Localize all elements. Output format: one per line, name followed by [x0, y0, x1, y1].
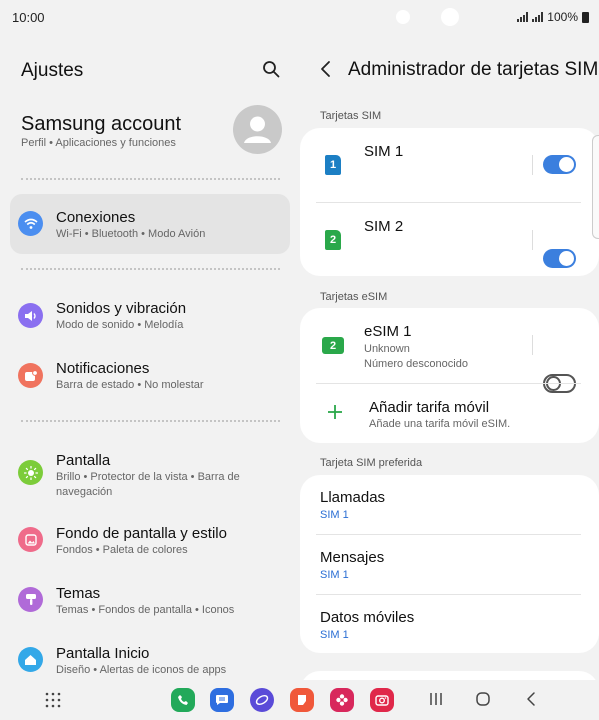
settings-item-subtitle: Wi-Fi • Bluetooth • Modo Avión: [56, 228, 206, 240]
phone-icon[interactable]: [171, 688, 195, 712]
divider: [21, 178, 280, 180]
settings-item-label: Notificaciones: [56, 360, 150, 377]
settings-item-label: Conexiones: [56, 209, 136, 226]
back-arrow-icon[interactable]: [318, 60, 334, 78]
camera-icon[interactable]: [370, 688, 394, 712]
notes-icon[interactable]: [290, 688, 314, 712]
settings-item-label: Sonidos y vibración: [56, 300, 187, 317]
esim1-row[interactable]: [300, 308, 599, 384]
settings-item-subtitle: Brillo • Protector de la vista • Barra d…: [56, 471, 240, 498]
sim-card-icon: 1: [325, 155, 341, 175]
section-label-sim: Tarjetas SIM: [320, 110, 382, 122]
notification-icon: [18, 363, 43, 388]
preferred-label: Llamadas: [320, 489, 386, 506]
page-title: Ajustes: [21, 60, 84, 81]
person-icon: [244, 116, 271, 143]
scrollbar[interactable]: [592, 135, 599, 239]
avatar[interactable]: [233, 105, 282, 154]
settings-item-label: Temas: [56, 585, 101, 602]
settings-item-notificaciones[interactable]: [10, 348, 290, 403]
signal-icon: [517, 12, 529, 22]
settings-item-label: Fondo de pantalla y estilo: [56, 525, 227, 542]
add-plan-subtitle: Añade una tarifa móvil eSIM.: [369, 418, 511, 430]
divider: [21, 420, 280, 422]
section-label-preferred: Tarjeta SIM preferida: [320, 457, 423, 469]
preferred-label: Datos móviles: [320, 609, 415, 626]
sound-icon: [18, 303, 43, 328]
status-time: 10:00: [12, 10, 45, 25]
detail-title: Administrador de tarjetas SIM: [348, 59, 599, 80]
plus-icon: [328, 405, 342, 419]
sim-card-icon: 2: [325, 230, 341, 250]
settings-item-subtitle: Temas • Fondos de pantalla • Iconos: [56, 604, 235, 616]
esim-number: Número desconocido: [364, 358, 468, 370]
preferred-label: Mensajes: [320, 549, 385, 566]
settings-item-conexiones[interactable]: [10, 194, 290, 254]
wifi-icon: [18, 211, 43, 236]
settings-item-subtitle: Barra de estado • No molestar: [56, 379, 204, 391]
wallpaper-icon: [18, 527, 43, 552]
esim-chip-icon: 2: [322, 337, 344, 354]
brightness-icon: [18, 460, 43, 485]
divider: [532, 335, 533, 355]
settings-item-subtitle: Modo de sonido • Melodía: [56, 319, 184, 331]
sim2-toggle[interactable]: [543, 249, 576, 268]
settings-item-label: Pantalla Inicio: [56, 645, 150, 662]
internet-icon[interactable]: [250, 688, 274, 712]
search-icon[interactable]: [262, 60, 280, 78]
sim-label: SIM 2: [364, 218, 404, 235]
messages-icon[interactable]: [210, 688, 234, 712]
recent-apps-icon[interactable]: [428, 691, 444, 707]
esim-label: eSIM 1: [364, 323, 412, 340]
camera-cutout-icon: [396, 10, 410, 24]
preferred-value: SIM 1: [320, 629, 349, 641]
add-plan-label: Añadir tarifa móvil: [369, 399, 490, 416]
settings-item-temas[interactable]: [10, 572, 290, 627]
preferred-value: SIM 1: [320, 569, 349, 581]
home-icon: [18, 647, 43, 672]
settings-item-subtitle: Fondos • Paleta de colores: [56, 544, 188, 556]
section-label-esim: Tarjetas eSIM: [320, 291, 388, 303]
sim1-toggle[interactable]: [543, 155, 576, 174]
signal-icon: [532, 12, 544, 22]
apps-grid-icon[interactable]: [45, 692, 61, 708]
back-button-icon[interactable]: [523, 691, 539, 707]
divider: [532, 230, 533, 250]
settings-item-label: Pantalla: [56, 452, 111, 469]
preferred-value: SIM 1: [320, 509, 349, 521]
battery-percent: 100%: [547, 10, 578, 24]
themes-icon: [18, 587, 43, 612]
gallery-icon[interactable]: [330, 688, 354, 712]
settings-item-subtitle: Diseño • Alertas de iconos de apps: [56, 664, 227, 676]
account-name: Samsung account: [21, 113, 182, 135]
divider: [21, 268, 280, 270]
sim-label: SIM 1: [364, 143, 404, 160]
divider: [532, 155, 533, 175]
camera-cutout-icon: [441, 8, 459, 26]
account-subtitle: Perfil • Aplicaciones y funciones: [21, 137, 176, 149]
esim-carrier: Unknown: [364, 343, 410, 355]
battery-icon: [582, 11, 589, 23]
status-indicators: 100%: [517, 10, 589, 24]
home-button-icon[interactable]: [475, 691, 491, 707]
